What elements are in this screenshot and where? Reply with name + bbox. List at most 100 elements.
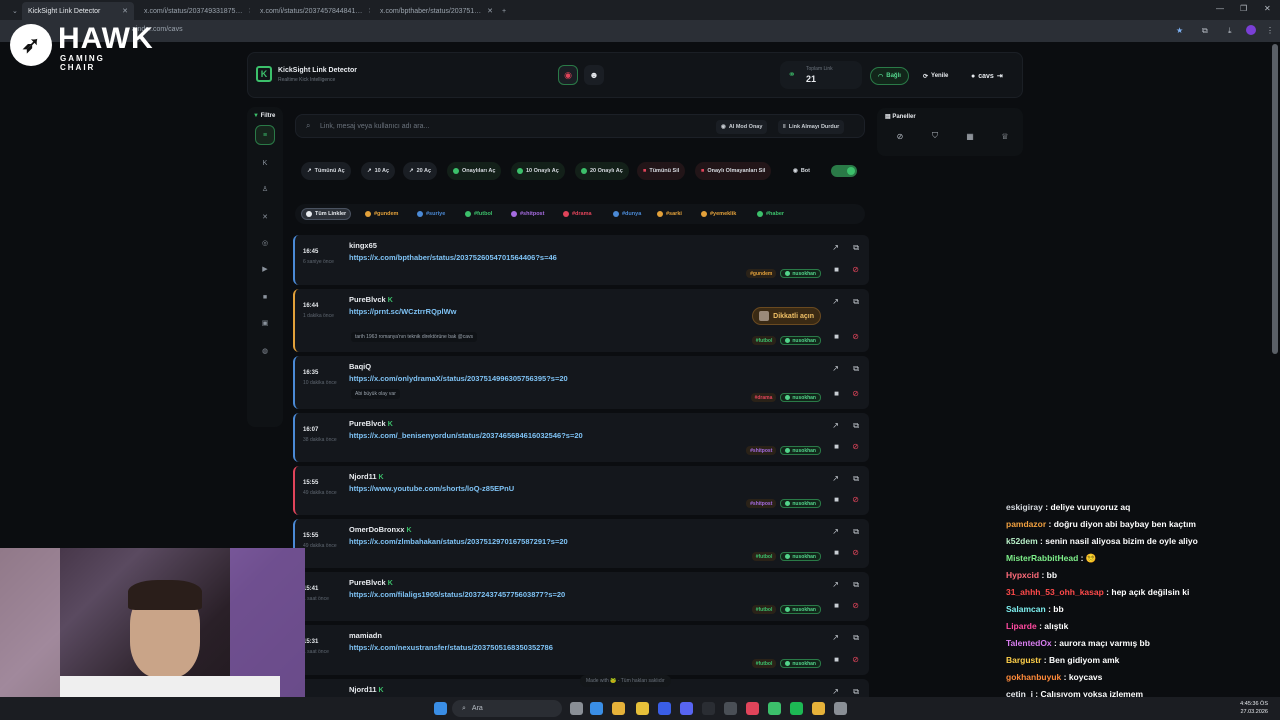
page-scrollbar[interactable] — [1272, 44, 1278, 354]
search-input[interactable]: Link, mesaj veya kullanıcı adı ara... — [320, 123, 429, 130]
chat-username[interactable]: TalentedOx — [1006, 638, 1052, 648]
card-link[interactable]: https://x.com/nexustransfer/status/20375… — [349, 643, 553, 652]
open-approved-button[interactable]: Onaylıları Aç — [447, 162, 502, 180]
tab-x-3[interactable]: x.com/bpthaber/status/203751… ✕ — [374, 2, 492, 20]
refresh-button[interactable]: ⟳ Yenile — [916, 67, 955, 85]
close-icon[interactable]: ✕ — [116, 7, 128, 15]
sidebar-item-kick[interactable]: K — [255, 153, 275, 173]
open-10-approved-button[interactable]: 10 Onaylı Aç — [511, 162, 565, 180]
close-window-icon[interactable]: ✕ — [1264, 4, 1271, 13]
copy-icon[interactable]: ⧉ — [853, 421, 859, 431]
app-icon-5[interactable] — [812, 702, 825, 715]
chat-username[interactable]: 31_ahhh_53_ohh_kasap — [1006, 587, 1104, 597]
trash-icon[interactable]: ■ — [834, 548, 839, 557]
category-all[interactable]: Tüm Linkler — [301, 208, 352, 220]
block-icon[interactable]: ⊘ — [890, 128, 910, 144]
tab-x-1[interactable]: x.com/i/status/203749331875…✕ — [138, 2, 250, 20]
block-icon[interactable]: ⊘ — [852, 389, 859, 398]
open-20-approved-button[interactable]: 20 Onaylı Aç — [575, 162, 629, 180]
sidebar-item-users[interactable]: ♙ — [255, 179, 275, 199]
category-futbol[interactable]: #futbol — [461, 208, 496, 220]
copy-icon[interactable]: ⧉ — [853, 580, 859, 590]
category-shitpost[interactable]: #shitpost — [507, 208, 548, 220]
category-haber[interactable]: #haber — [753, 208, 788, 220]
search-bar[interactable]: ⌕ Link, mesaj veya kullanıcı adı ara... … — [295, 114, 865, 138]
app-icon-4[interactable] — [768, 702, 781, 715]
card-link[interactable]: https://prnt.sc/WCztrrRQplWw — [349, 307, 457, 316]
block-icon[interactable]: ⊘ — [852, 265, 859, 274]
app-icon-2[interactable] — [724, 702, 737, 715]
minimize-icon[interactable]: — — [1216, 4, 1224, 13]
block-icon[interactable]: ⊘ — [852, 601, 859, 610]
copy-icon[interactable]: ⧉ — [853, 474, 859, 484]
trash-icon[interactable]: ■ — [834, 389, 839, 398]
open-link-icon[interactable]: ↗ — [832, 633, 839, 642]
bot-icon[interactable]: ☻ — [584, 65, 604, 85]
close-icon[interactable]: ✕ — [362, 7, 370, 15]
block-icon[interactable]: ⊘ — [852, 495, 859, 504]
sidebar-item-all[interactable]: ≡ — [255, 125, 275, 145]
category-dunya[interactable]: #dunya — [609, 208, 645, 220]
stop-links-button[interactable]: ‖ Link Almayı Durdur — [778, 120, 845, 134]
app-icon-6[interactable] — [834, 702, 847, 715]
chat-username[interactable]: Bargustr — [1006, 655, 1041, 665]
open-link-icon[interactable]: ↗ — [832, 421, 839, 430]
tab-kicksight[interactable]: KickSight Link Detector ✕ — [22, 2, 134, 20]
extensions-icon[interactable]: ⧉ — [1202, 26, 1208, 36]
close-icon[interactable]: ✕ — [242, 7, 250, 15]
close-icon[interactable]: ✕ — [481, 7, 492, 15]
block-icon[interactable]: ⊘ — [852, 332, 859, 341]
trophy-icon[interactable]: ♕ — [995, 128, 1015, 144]
open-all-button[interactable]: ↗ Tümünü Aç — [301, 162, 351, 180]
shield-icon[interactable]: ⛉ — [925, 128, 945, 144]
user-menu[interactable]: ● cavs ⇥ — [964, 67, 1010, 85]
folder-icon[interactable] — [636, 702, 649, 715]
copy-icon[interactable]: ⧉ — [853, 687, 859, 697]
discord-icon[interactable] — [680, 702, 693, 715]
app-icon-3[interactable] — [746, 702, 759, 715]
delete-unapproved-button[interactable]: ■ Onaylı Olmayanları Sil — [695, 162, 772, 180]
card-link[interactable]: https://x.com/zlmbahakan/status/20375129… — [349, 537, 568, 546]
start-icon[interactable] — [434, 702, 447, 715]
delete-all-button[interactable]: ■ Tümünü Sil — [637, 162, 686, 180]
copy-icon[interactable]: ⧉ — [853, 297, 859, 307]
address-bar[interactable]: ainder.com/cavs ★ ⧉ ⤓ ⋮ — [0, 20, 1280, 42]
trash-icon[interactable]: ■ — [834, 332, 839, 341]
open-link-icon[interactable]: ↗ — [832, 297, 839, 306]
chat-username[interactable]: pamdazor — [1006, 519, 1046, 529]
chat-username[interactable]: MisterRabbitHead — [1006, 553, 1078, 563]
trash-icon[interactable]: ■ — [834, 601, 839, 610]
open-link-icon[interactable]: ↗ — [832, 243, 839, 252]
card-link[interactable]: https://www.youtube.com/shorts/loQ-z85EP… — [349, 484, 514, 493]
new-tab-button[interactable]: + — [496, 2, 510, 20]
obs-icon[interactable] — [702, 702, 715, 715]
open-10-button[interactable]: ↗ 10 Aç — [361, 162, 396, 180]
app-icon[interactable] — [658, 702, 671, 715]
sidebar-item-instagram[interactable]: ◎ — [255, 233, 275, 253]
sidebar-item-video[interactable]: ■ — [255, 287, 275, 307]
open-link-icon[interactable]: ↗ — [832, 687, 839, 696]
sidebar-item-x[interactable]: ✕ — [255, 207, 275, 227]
menu-icon[interactable]: ⋮ — [1266, 26, 1274, 35]
open-20-button[interactable]: ↗ 20 Aç — [403, 162, 438, 180]
edge-icon[interactable] — [590, 702, 603, 715]
logout-icon[interactable]: ⇥ — [997, 72, 1003, 80]
copy-icon[interactable]: ⧉ — [853, 364, 859, 374]
restore-icon[interactable]: ❐ — [1240, 4, 1247, 13]
trash-icon[interactable]: ■ — [834, 442, 839, 451]
category-drama[interactable]: #drama — [559, 208, 596, 220]
card-link[interactable]: https://x.com/_benisenyordun/status/2037… — [349, 431, 583, 440]
category-yemeklik[interactable]: #yemeklik — [697, 208, 740, 220]
copy-icon[interactable]: ⧉ — [853, 243, 859, 253]
copy-icon[interactable]: ⧉ — [853, 527, 859, 537]
tab-x-2[interactable]: x.com/i/status/2037457844841…✕ — [254, 2, 370, 20]
block-icon[interactable]: ⊘ — [852, 442, 859, 451]
taskbar-search[interactable]: ⌕ Ara — [452, 700, 562, 717]
category-gundem[interactable]: #gundem — [361, 208, 402, 220]
archive-icon[interactable]: ▦ — [960, 128, 980, 144]
category-sarki[interactable]: #sarki — [653, 208, 686, 220]
open-link-icon[interactable]: ↗ — [832, 364, 839, 373]
block-icon[interactable]: ⊘ — [852, 655, 859, 664]
trash-icon[interactable]: ■ — [834, 655, 839, 664]
sidebar-item-image[interactable]: ▣ — [255, 313, 275, 333]
